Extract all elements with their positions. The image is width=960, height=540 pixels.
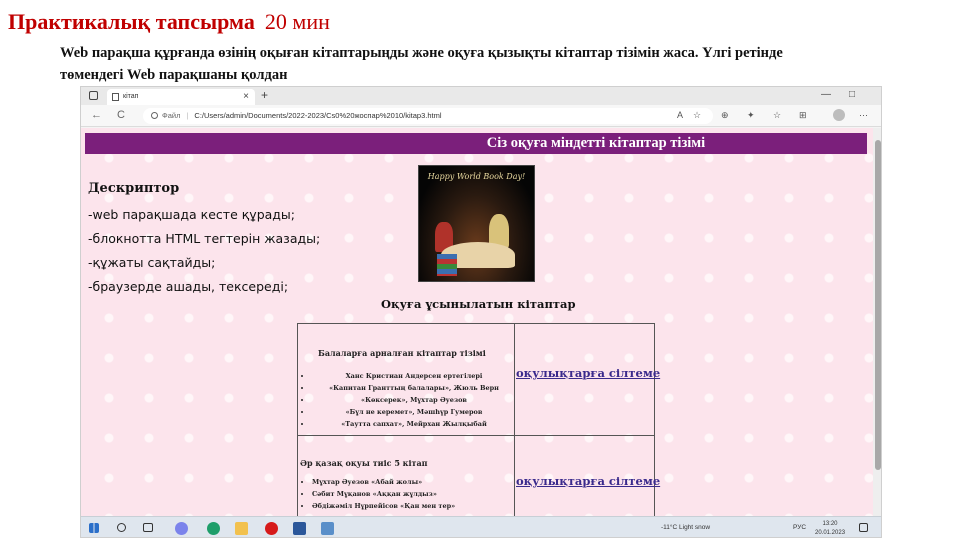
refresh-button[interactable]: C — [117, 109, 125, 121]
favorite-icon[interactable]: ☆ — [693, 110, 701, 121]
list-item: Ханс Кристиан Андерсен ертегілері — [312, 370, 516, 382]
slide: Практикалық тапсырма 20 мин Web парақша қ… — [0, 0, 960, 540]
word-icon[interactable] — [293, 522, 306, 535]
table-cell: оқулықтарға сілтеме — [515, 436, 660, 516]
minimize-button[interactable]: — — [821, 89, 831, 100]
collections-icon[interactable]: ⊞ — [799, 110, 807, 121]
tab-kitap[interactable]: кітап × — [107, 89, 255, 105]
clock-date: 20.01.2023 — [815, 530, 846, 536]
recommended-title: Оқуға ұсынылатын кітаптар — [381, 297, 576, 311]
url-text: C:/Users/admin/Documents/2022-2023/Cs0%2… — [194, 111, 442, 120]
list-item: «Таутта сапхат», Мейрхан Жылқыбай — [312, 418, 516, 430]
list-item: Мұхтар Әуезов «Абай жолы» — [312, 476, 512, 488]
new-tab-button[interactable]: + — [261, 88, 268, 102]
url-field[interactable]: Файл | C:/Users/admin/Documents/2022-2023/… — [143, 108, 713, 124]
table-cell: оқулықтарға сілтеме — [515, 324, 660, 436]
books-table: Балаларға арналған кітаптар тізімі Ханс … — [297, 323, 660, 516]
scroll-thumb[interactable] — [875, 140, 881, 470]
scrollbar[interactable] — [873, 128, 881, 516]
close-tab-icon[interactable]: × — [243, 91, 249, 102]
address-bar: ← C Файл | C:/Users/admin/Documents/2022-2… — [81, 105, 881, 127]
weather-text[interactable]: -11°C Light snow — [661, 524, 710, 531]
list-title: Балаларға арналған кітаптар тізімі — [318, 348, 486, 358]
clock[interactable]: 13:20 20.01.2023 — [815, 520, 846, 537]
webpage-content: Сіз оқуға міндетті кітаптар тізімі Happy… — [81, 128, 873, 516]
list-title: Әр қазақ оқуы тиіс 5 кітап — [300, 458, 428, 468]
descriptor-block: Дескриптор -web парақшада кесте құрады; … — [88, 181, 320, 299]
maximize-button[interactable]: □ — [849, 89, 855, 100]
app-icon[interactable] — [321, 522, 334, 535]
url-prefix: Файл — [162, 111, 181, 120]
language-indicator[interactable]: РУС — [793, 524, 806, 531]
book-stack — [437, 254, 457, 276]
descriptor-item: -web парақшада кесте құрады; — [88, 207, 296, 222]
clock-time: 13:20 — [822, 521, 838, 527]
tab-actions-icon[interactable] — [89, 91, 98, 100]
notifications-icon[interactable] — [859, 523, 868, 532]
list-item: Сәбит Мұқанов «Аққан жұлдыз» — [312, 488, 512, 500]
list-item: «Капитан Гранттың балалары», Жюль Верн — [312, 382, 516, 394]
table-cell: Әр қазақ оқуы тиіс 5 кітап Мұхтар Әуезов… — [297, 436, 515, 516]
search-icon[interactable] — [117, 523, 126, 532]
profile-avatar[interactable] — [833, 109, 845, 121]
descriptor-title: Дескриптор — [88, 181, 180, 196]
list-item: «Бұл не керемет», Мәшһүр Гумеров — [312, 406, 516, 418]
slide-title: Практикалық тапсырма 20 мин — [8, 9, 330, 35]
textbook-link[interactable]: оқулықтарға сілтеме — [516, 474, 660, 488]
textbook-link[interactable]: оқулықтарға сілтеме — [516, 366, 660, 380]
file-explorer-icon[interactable] — [235, 522, 248, 535]
tab-bar: кітап × + — □ — [81, 87, 881, 105]
back-button[interactable]: ← — [91, 109, 102, 121]
info-icon[interactable] — [151, 112, 158, 119]
more-menu-icon[interactable]: ⋯ — [859, 110, 868, 121]
list-item: «Көксерек», Мұхтар Әуезов — [312, 394, 516, 406]
descriptor-item: -браузерде ашады, тексереді; — [88, 279, 289, 294]
descriptor-item: -блокнотта HTML тегтерін жазады; — [88, 231, 321, 246]
tab-title: кітап — [123, 93, 139, 100]
slide-time: 20 мин — [264, 9, 330, 34]
list-item: Әбдіжәміл Нұрпейісов «Қан мен тер» — [312, 500, 512, 512]
sync-icon[interactable]: ✦ — [747, 110, 755, 121]
book-day-image: Happy World Book Day! — [418, 165, 535, 282]
windows-start-icon[interactable] — [89, 523, 99, 533]
taskbar: -11°C Light snow РУС 13:20 20.01.2023 — [81, 516, 881, 537]
book-list: Мұхтар Әуезов «Абай жолы» Сәбит Мұқанов … — [312, 476, 512, 512]
slide-description: Web парақша құрғанда өзінің оқыған кітап… — [60, 45, 783, 83]
favorites-bar-icon[interactable]: ☆ — [773, 110, 781, 121]
slide-title-text: Практикалық тапсырма — [8, 9, 255, 34]
extensions-icon[interactable]: ⊕ — [721, 110, 729, 121]
book-list: Ханс Кристиан Андерсен ертегілері «Капит… — [312, 370, 516, 430]
url-separator: | — [186, 111, 189, 120]
page-banner: Сіз оқуға міндетті кітаптар тізімі — [85, 133, 867, 154]
table-cell: Балаларға арналған кітаптар тізімі Ханс … — [297, 324, 515, 436]
image-caption: Happy World Book Day! — [427, 172, 526, 181]
read-aloud-icon[interactable]: A — [677, 110, 683, 120]
descriptor-item: -құжаты сақтайды; — [88, 255, 216, 270]
page-icon — [112, 93, 119, 101]
opera-icon[interactable] — [265, 522, 278, 535]
teams-icon[interactable] — [175, 522, 188, 535]
task-view-icon[interactable] — [143, 523, 153, 532]
edge-icon[interactable] — [207, 522, 220, 535]
browser-screenshot: кітап × + — □ ← C Файл | C:/Users/admin/Do… — [80, 86, 882, 538]
